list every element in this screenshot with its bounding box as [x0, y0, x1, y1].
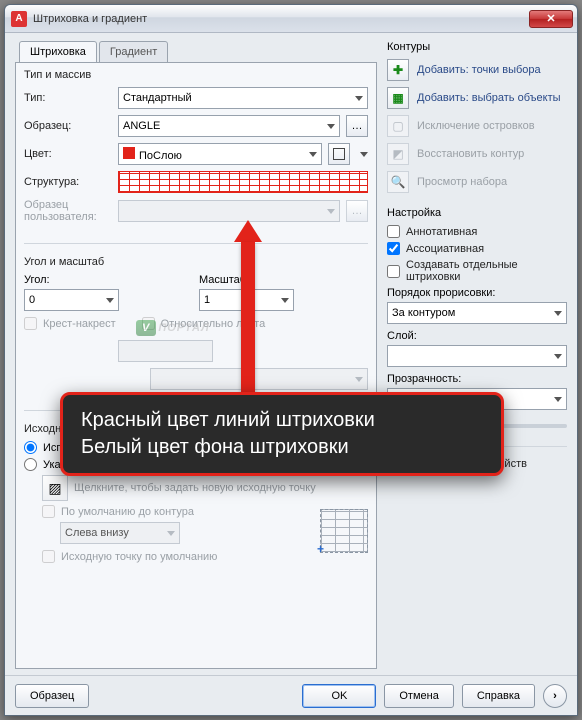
angle-dropdown[interactable]: 0 [24, 289, 119, 311]
origin-preview-icon [320, 509, 368, 553]
angle-label: Угол: [24, 274, 193, 286]
group-type-title: Тип и массив [24, 69, 368, 81]
group-contours: Контуры ✚ Добавить: точки выбора ▦ Добавит… [387, 41, 567, 199]
chevron-down-icon [554, 397, 562, 402]
chevron-down-icon [554, 354, 562, 359]
settings-title: Настройка [387, 207, 567, 219]
corner-dropdown: Слева внизу [60, 522, 180, 544]
view-select-link: Просмотр набора [417, 176, 567, 188]
relative-paper-checkbox: Относительно листа [142, 317, 266, 330]
help-button[interactable]: Справка [462, 684, 535, 708]
structure-preview[interactable] [118, 171, 368, 193]
pattern-dropdown[interactable]: ANGLE [118, 115, 340, 137]
chevron-down-icon [167, 531, 175, 536]
background-color-button[interactable] [328, 143, 350, 165]
pick-points-icon[interactable]: ✚ [387, 59, 409, 81]
dialog-window: A Штриховка и градиент ✕ Штриховка Гради… [4, 4, 578, 716]
remove-islands-link: Исключение островков [417, 120, 567, 132]
group-angle-title: Угол и масштаб [24, 256, 368, 268]
chevron-down-icon [327, 124, 335, 129]
iso-pen-dropdown [150, 368, 368, 390]
annotation-callout: Красный цвет линий штриховки Белый цвет … [60, 392, 504, 476]
group-angle-scale: Угол и масштаб Угол: 0 Масштаб: 1 Крест-… [24, 256, 368, 402]
recreate-link: Восстановить контур [417, 148, 567, 160]
close-button[interactable]: ✕ [529, 10, 573, 28]
separate-checkbox[interactable]: Создавать отдельные штриховки [387, 259, 567, 283]
pick-origin-hint: Щелкните, чтобы задать новую исходную то… [74, 482, 316, 494]
chevron-down-icon [355, 96, 363, 101]
callout-line-1: Красный цвет линий штриховки [81, 407, 483, 434]
preview-button[interactable]: Образец [15, 684, 89, 708]
chevron-down-icon [327, 209, 335, 214]
app-icon: A [11, 11, 27, 27]
transparency-label: Прозрачность: [387, 373, 567, 385]
associative-checkbox[interactable]: Ассоциативная [387, 242, 567, 255]
color-label: Цвет: [24, 148, 112, 160]
type-label: Тип: [24, 92, 112, 104]
select-objects-link[interactable]: Добавить: выбрать объекты [417, 92, 567, 104]
crosshatch-checkbox: Крест-накрест [24, 317, 116, 330]
structure-label: Структура: [24, 176, 112, 188]
scale-label: Масштаб: [199, 274, 368, 286]
view-select-icon: 🔍 [387, 171, 409, 193]
tab-gradient[interactable]: Градиент [99, 41, 168, 63]
hatch-panel: Тип и массив Тип: Стандартный Образец: A… [15, 62, 377, 669]
chevron-down-icon [281, 298, 289, 303]
group-type: Тип и массив Тип: Стандартный Образец: A… [24, 69, 368, 235]
callout-line-2: Белый цвет фона штриховки [81, 434, 483, 461]
color-dropdown[interactable]: ПоСлою [118, 143, 322, 165]
pick-origin-button: ▨ [42, 475, 68, 501]
user-pattern-browse-button: … [346, 200, 368, 222]
pick-points-link[interactable]: Добавить: точки выбора [417, 64, 567, 76]
tab-hatch[interactable]: Штриховка [19, 41, 97, 63]
contours-title: Контуры [387, 41, 567, 53]
spacing-input [118, 340, 213, 362]
chevron-down-icon [355, 377, 363, 382]
titlebar: A Штриховка и градиент ✕ [5, 5, 577, 33]
draw-order-dropdown[interactable]: За контуром [387, 302, 567, 324]
annotative-checkbox[interactable]: Аннотативная [387, 225, 567, 238]
chevron-down-icon [309, 152, 317, 157]
footer: Образец OK Отмена Справка › [5, 675, 577, 715]
user-pattern-dropdown [118, 200, 340, 222]
tab-strip: Штриховка Градиент [15, 41, 377, 63]
layer-label: Слой: [387, 330, 567, 342]
remove-islands-icon: ▢ [387, 115, 409, 137]
ok-button[interactable]: OK [302, 684, 376, 708]
chevron-down-icon [106, 298, 114, 303]
scale-dropdown[interactable]: 1 [199, 289, 294, 311]
type-dropdown[interactable]: Стандартный [118, 87, 368, 109]
select-objects-icon[interactable]: ▦ [387, 87, 409, 109]
layer-dropdown[interactable] [387, 345, 567, 367]
color-swatch-icon [123, 147, 135, 159]
chevron-down-icon [360, 152, 368, 157]
pattern-browse-button[interactable]: … [346, 115, 368, 137]
pattern-label: Образец: [24, 120, 112, 132]
cancel-button[interactable]: Отмена [384, 684, 453, 708]
recreate-icon: ◩ [387, 143, 409, 165]
user-pattern-label: Образец пользователя: [24, 199, 112, 223]
window-title: Штриховка и градиент [33, 13, 529, 25]
draw-order-label: Порядок прорисовки: [387, 287, 567, 299]
chevron-down-icon [554, 311, 562, 316]
expand-button[interactable]: › [543, 684, 567, 708]
